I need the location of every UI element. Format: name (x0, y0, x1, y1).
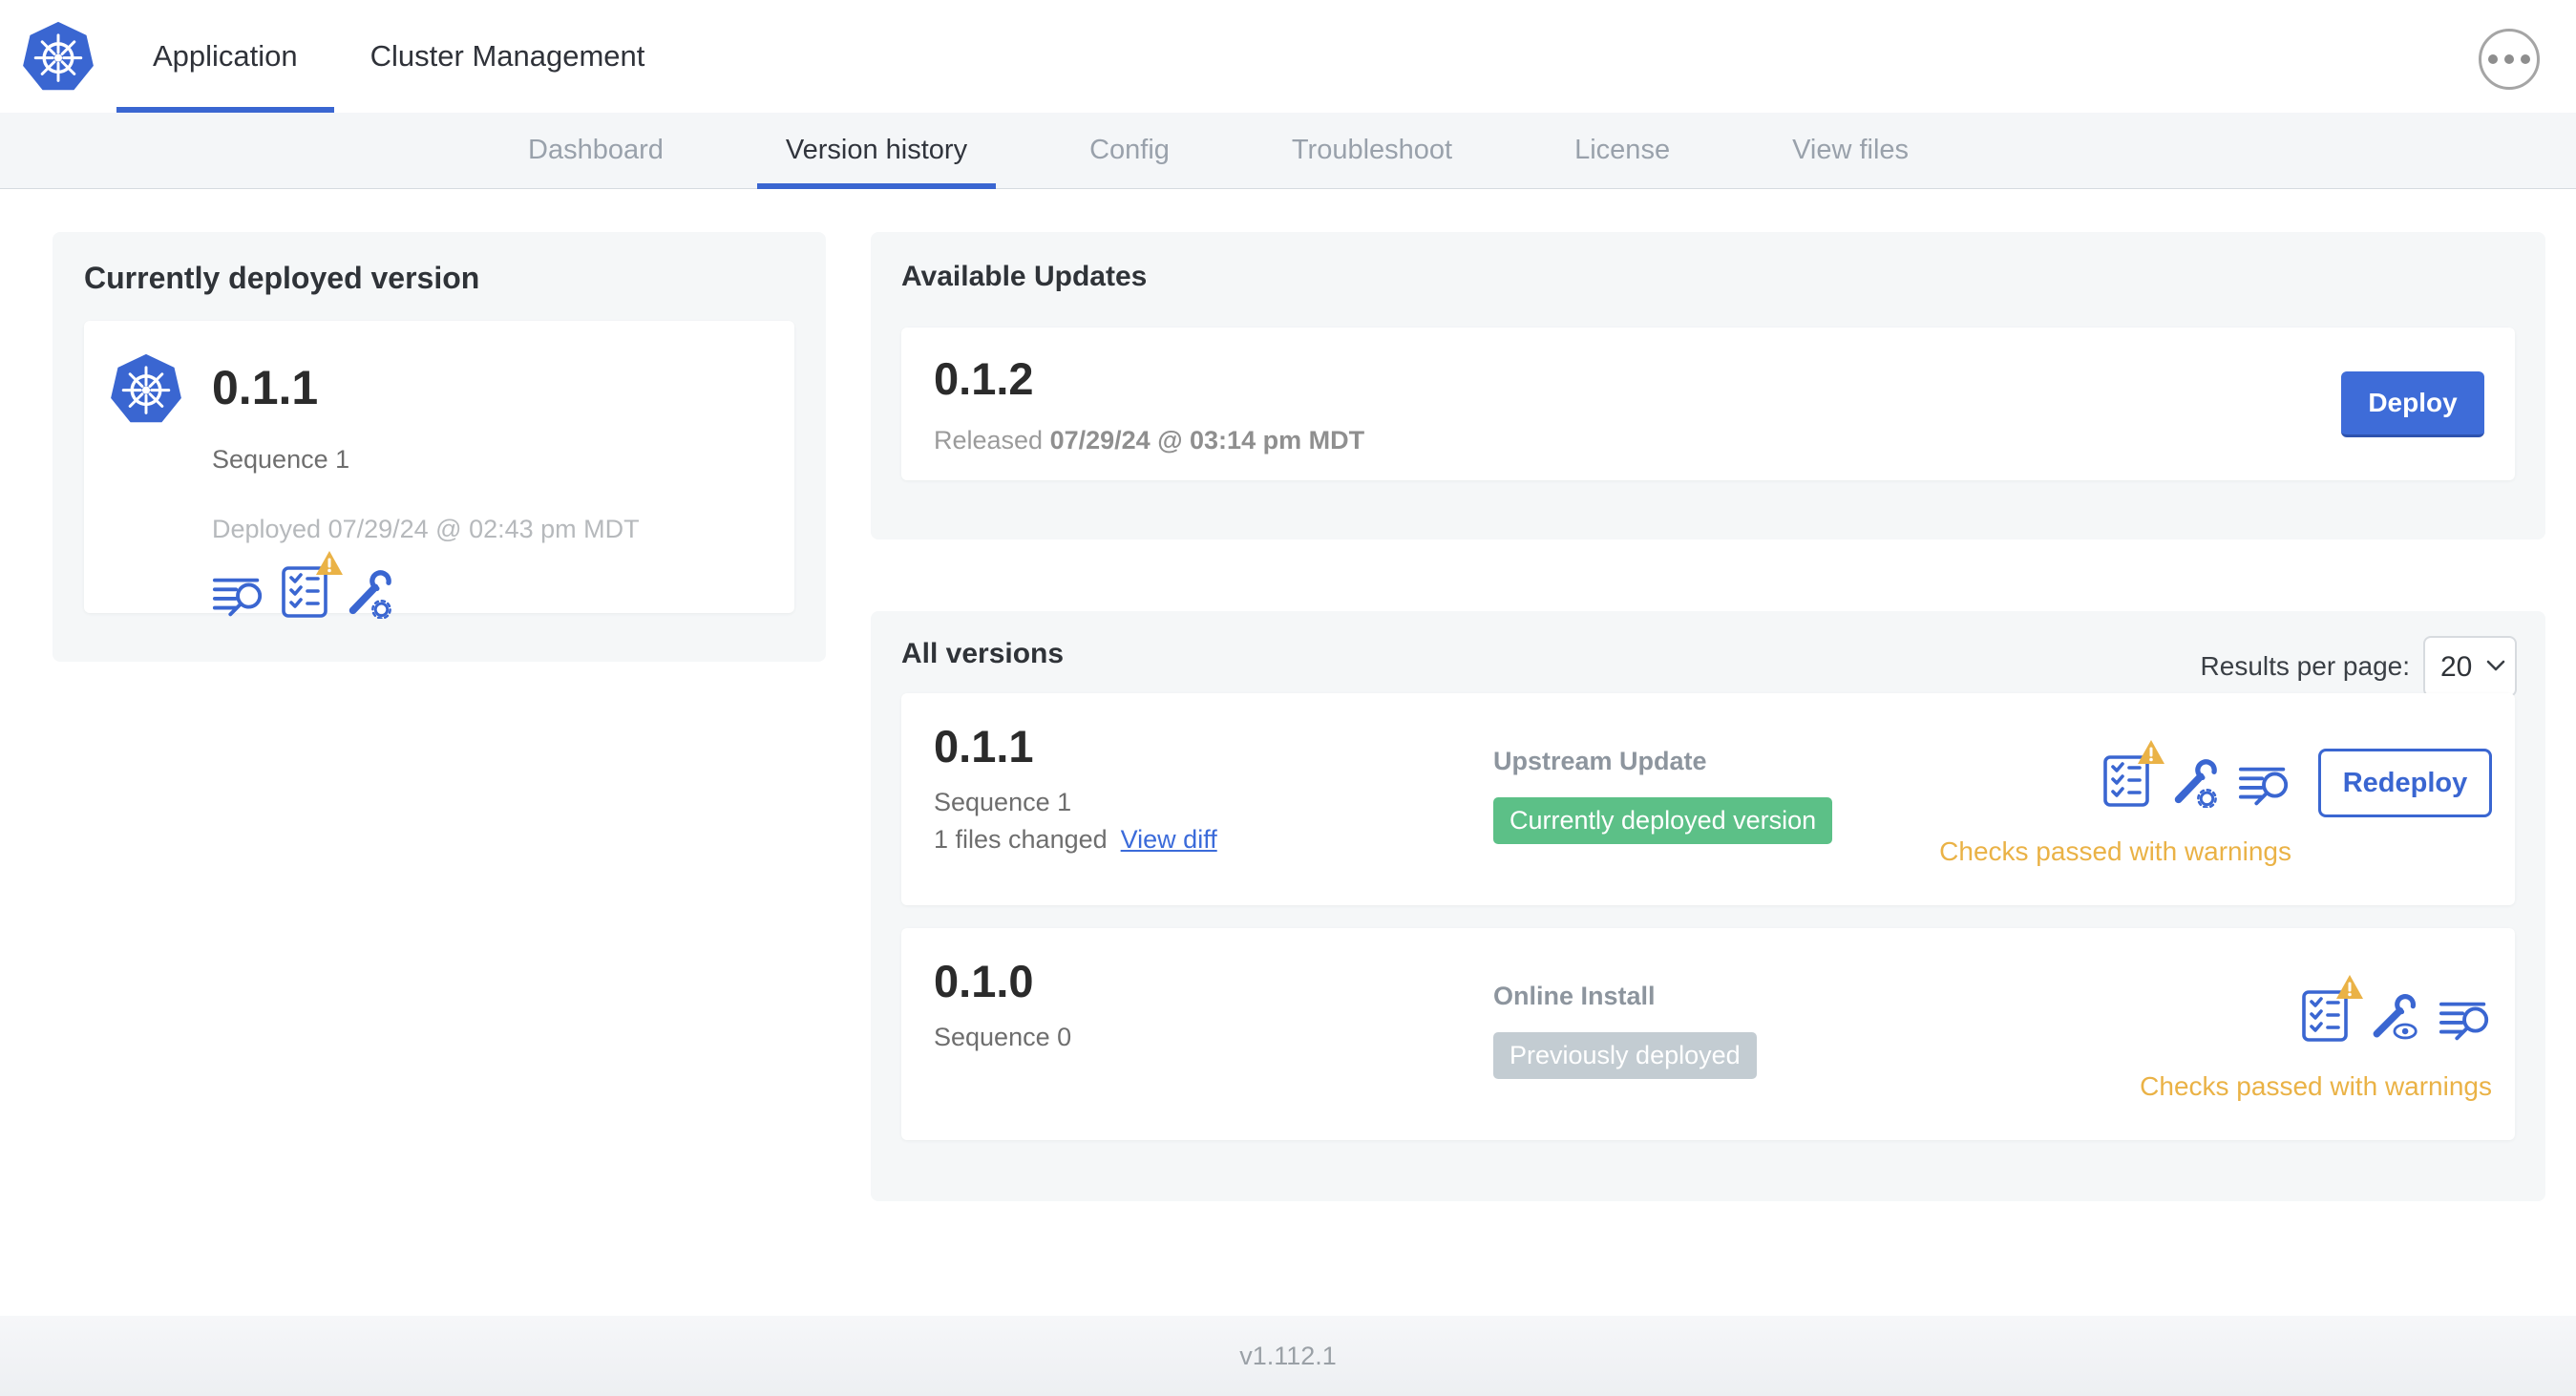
footer: v1.112.1 (0, 1316, 2576, 1396)
available-updates-card: Available Updates 0.1.2 Released 07/29/2… (871, 232, 2545, 539)
warning-triangle-icon (2335, 974, 2364, 1001)
subtab-version-history[interactable]: Version history (756, 113, 997, 189)
preflight-checks-warning-icon[interactable] (2102, 740, 2164, 808)
tab-cluster-management[interactable]: Cluster Management (334, 0, 682, 113)
version-row-0-1-1: 0.1.1 Sequence 1 1 files changed View dif… (901, 693, 2515, 905)
row-version-number: 0.1.1 (934, 721, 1034, 772)
status-badge-currently-deployed: Currently deployed version (1493, 797, 1833, 844)
row-source-label: Online Install (1493, 982, 1656, 1010)
subtab-troubleshoot[interactable]: Troubleshoot (1263, 113, 1481, 189)
results-per-page: Results per page: 20 (2201, 636, 2517, 697)
available-update-row: 0.1.2 Released 07/29/24 @ 03:14 pm MDT D… (901, 328, 2515, 480)
kots-admin-console: Application Cluster Management Dashboard… (0, 0, 2576, 1396)
currently-deployed-title: Currently deployed version (84, 261, 480, 295)
subtab-config[interactable]: Config (1061, 113, 1198, 189)
preflight-status-text: Checks passed with warnings (1939, 836, 2291, 866)
row-version-number: 0.1.0 (934, 956, 1034, 1006)
currently-deployed-card: Currently deployed version 0.1.1 Sequenc… (53, 232, 826, 662)
all-versions-card: All versions Results per page: 20 0.1.1 … (871, 611, 2545, 1201)
kubernetes-logo-icon (19, 15, 97, 97)
current-version-number: 0.1.1 (212, 361, 319, 414)
view-diff-link[interactable]: View diff (1121, 825, 1217, 854)
status-badge-previously-deployed: Previously deployed (1493, 1032, 1757, 1079)
results-per-page-select[interactable]: 20 (2423, 636, 2517, 697)
warning-triangle-icon (2137, 739, 2165, 766)
version-row-0-1-0: 0.1.0 Sequence 0 Online Install Previous… (901, 928, 2515, 1140)
tab-application[interactable]: Application (116, 0, 334, 113)
update-version-number: 0.1.2 (934, 353, 1034, 404)
redeploy-button[interactable]: Redeploy (2318, 749, 2492, 817)
subtab-dashboard[interactable]: Dashboard (499, 113, 692, 189)
release-notes-icon[interactable] (2439, 999, 2492, 1043)
primary-tabs: Application Cluster Management (116, 0, 681, 113)
subtab-view-files[interactable]: View files (1763, 113, 1937, 189)
preflight-status-text: Checks passed with warnings (2140, 1071, 2492, 1101)
warning-triangle-icon (315, 550, 344, 577)
row-sequence: Sequence 0 (934, 1023, 1072, 1051)
release-notes-icon[interactable] (212, 575, 265, 619)
current-version-sequence: Sequence 1 (212, 445, 350, 474)
app-subnav: Dashboard Version history Config Trouble… (0, 113, 2576, 189)
row-source-label: Upstream Update (1493, 747, 1707, 775)
results-per-page-label: Results per page: (2200, 651, 2410, 681)
deploy-button[interactable]: Deploy (2341, 371, 2484, 437)
release-notes-icon[interactable] (2238, 764, 2291, 808)
overflow-menu-button[interactable] (2479, 29, 2540, 90)
console-version-text: v1.112.1 (1239, 1342, 1337, 1370)
edit-config-icon[interactable] (344, 569, 393, 620)
currently-deployed-version-panel: 0.1.1 Sequence 1 Deployed 07/29/24 @ 02:… (84, 321, 794, 620)
subtab-license[interactable]: License (1546, 113, 1699, 189)
row-files-changed: 1 files changed View diff (934, 825, 1217, 854)
preflight-checks-warning-icon[interactable] (281, 551, 343, 619)
top-navbar: Application Cluster Management (0, 0, 2576, 113)
row-sequence: Sequence 1 (934, 788, 1072, 816)
app-logo-icon (107, 348, 185, 430)
update-released-at: Released 07/29/24 @ 03:14 pm MDT (934, 426, 1365, 455)
current-version-deployed-at: Deployed 07/29/24 @ 02:43 pm MDT (212, 515, 640, 543)
edit-config-icon[interactable] (2169, 758, 2219, 809)
ellipsis-icon (2488, 54, 2498, 64)
preflight-checks-warning-icon[interactable] (2301, 975, 2363, 1043)
view-config-icon[interactable] (2368, 993, 2419, 1043)
available-updates-title: Available Updates (901, 261, 1148, 292)
